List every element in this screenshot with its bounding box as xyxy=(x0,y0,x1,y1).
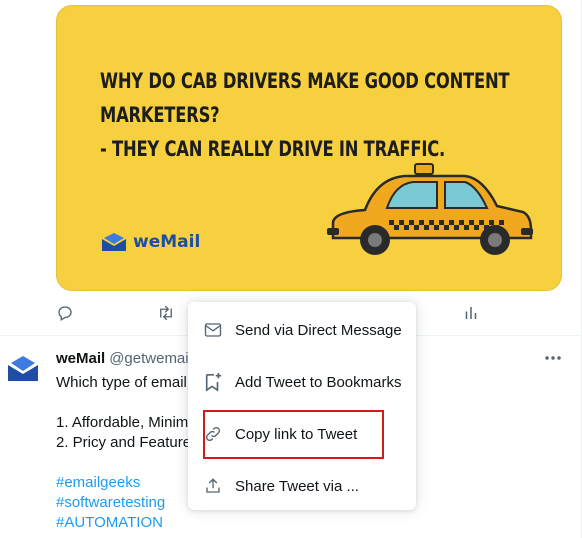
menu-item-share-via[interactable]: Share Tweet via ... xyxy=(188,460,416,512)
wemail-avatar-icon xyxy=(8,356,38,381)
logo-text: weMail xyxy=(133,232,201,252)
share-icon xyxy=(203,476,223,496)
menu-item-label: Share Tweet via ... xyxy=(235,477,359,495)
hashtag-link[interactable]: #AUTOMATION xyxy=(56,513,196,533)
wemail-logo-icon xyxy=(102,233,126,251)
tweet-author: weMail @getwemai xyxy=(56,350,189,367)
bookmark-add-icon xyxy=(203,372,223,392)
analytics-icon xyxy=(465,307,477,319)
media-caption-line: MARKETERS? xyxy=(100,103,220,127)
wemail-logo: weMail xyxy=(101,232,200,252)
retweet-icon xyxy=(160,305,172,321)
timeline: WHY DO CAB DRIVERS MAKE GOOD CONTENT MAR… xyxy=(0,0,582,538)
tweet-text-line: Which type of email xyxy=(56,374,187,391)
envelope-icon xyxy=(203,320,223,340)
hashtag-link[interactable]: #emailgeeks xyxy=(56,473,196,493)
tweet-text-line: 1. Affordable, Minim xyxy=(56,414,189,431)
menu-item-copy-link[interactable]: Copy link to Tweet xyxy=(188,408,416,460)
taxi-illustration xyxy=(327,163,533,255)
author-name[interactable]: weMail xyxy=(56,350,105,367)
hashtag-link[interactable]: #softwaretesting xyxy=(56,493,196,513)
retweet-button[interactable] xyxy=(155,302,177,324)
tweet-text-line: 2. Pricy and Feature- xyxy=(56,434,196,451)
avatar[interactable] xyxy=(4,349,42,387)
menu-item-send-dm[interactable]: Send via Direct Message xyxy=(188,304,416,356)
tweet-text: Which type of email 1. Affordable, Minim… xyxy=(56,373,196,533)
link-icon xyxy=(203,424,223,444)
analytics-button[interactable] xyxy=(460,302,482,324)
menu-item-label: Send via Direct Message xyxy=(235,321,402,339)
reply-icon xyxy=(58,306,72,321)
menu-item-label: Add Tweet to Bookmarks xyxy=(235,373,402,391)
menu-item-label: Copy link to Tweet xyxy=(235,425,358,443)
tweet-media-image[interactable]: WHY DO CAB DRIVERS MAKE GOOD CONTENT MAR… xyxy=(56,5,562,291)
author-handle[interactable]: @getwemai xyxy=(109,350,188,367)
media-caption: WHY DO CAB DRIVERS MAKE GOOD CONTENT MAR… xyxy=(100,64,540,166)
more-icon xyxy=(545,356,561,360)
menu-item-add-bookmark[interactable]: Add Tweet to Bookmarks xyxy=(188,356,416,408)
reply-button[interactable] xyxy=(54,302,76,324)
media-caption-line: WHY DO CAB DRIVERS MAKE GOOD CONTENT xyxy=(100,69,510,93)
more-options-button[interactable] xyxy=(542,348,564,368)
share-menu: Send via Direct Message Add Tweet to Boo… xyxy=(188,302,416,510)
tweet-text-line xyxy=(56,393,196,413)
